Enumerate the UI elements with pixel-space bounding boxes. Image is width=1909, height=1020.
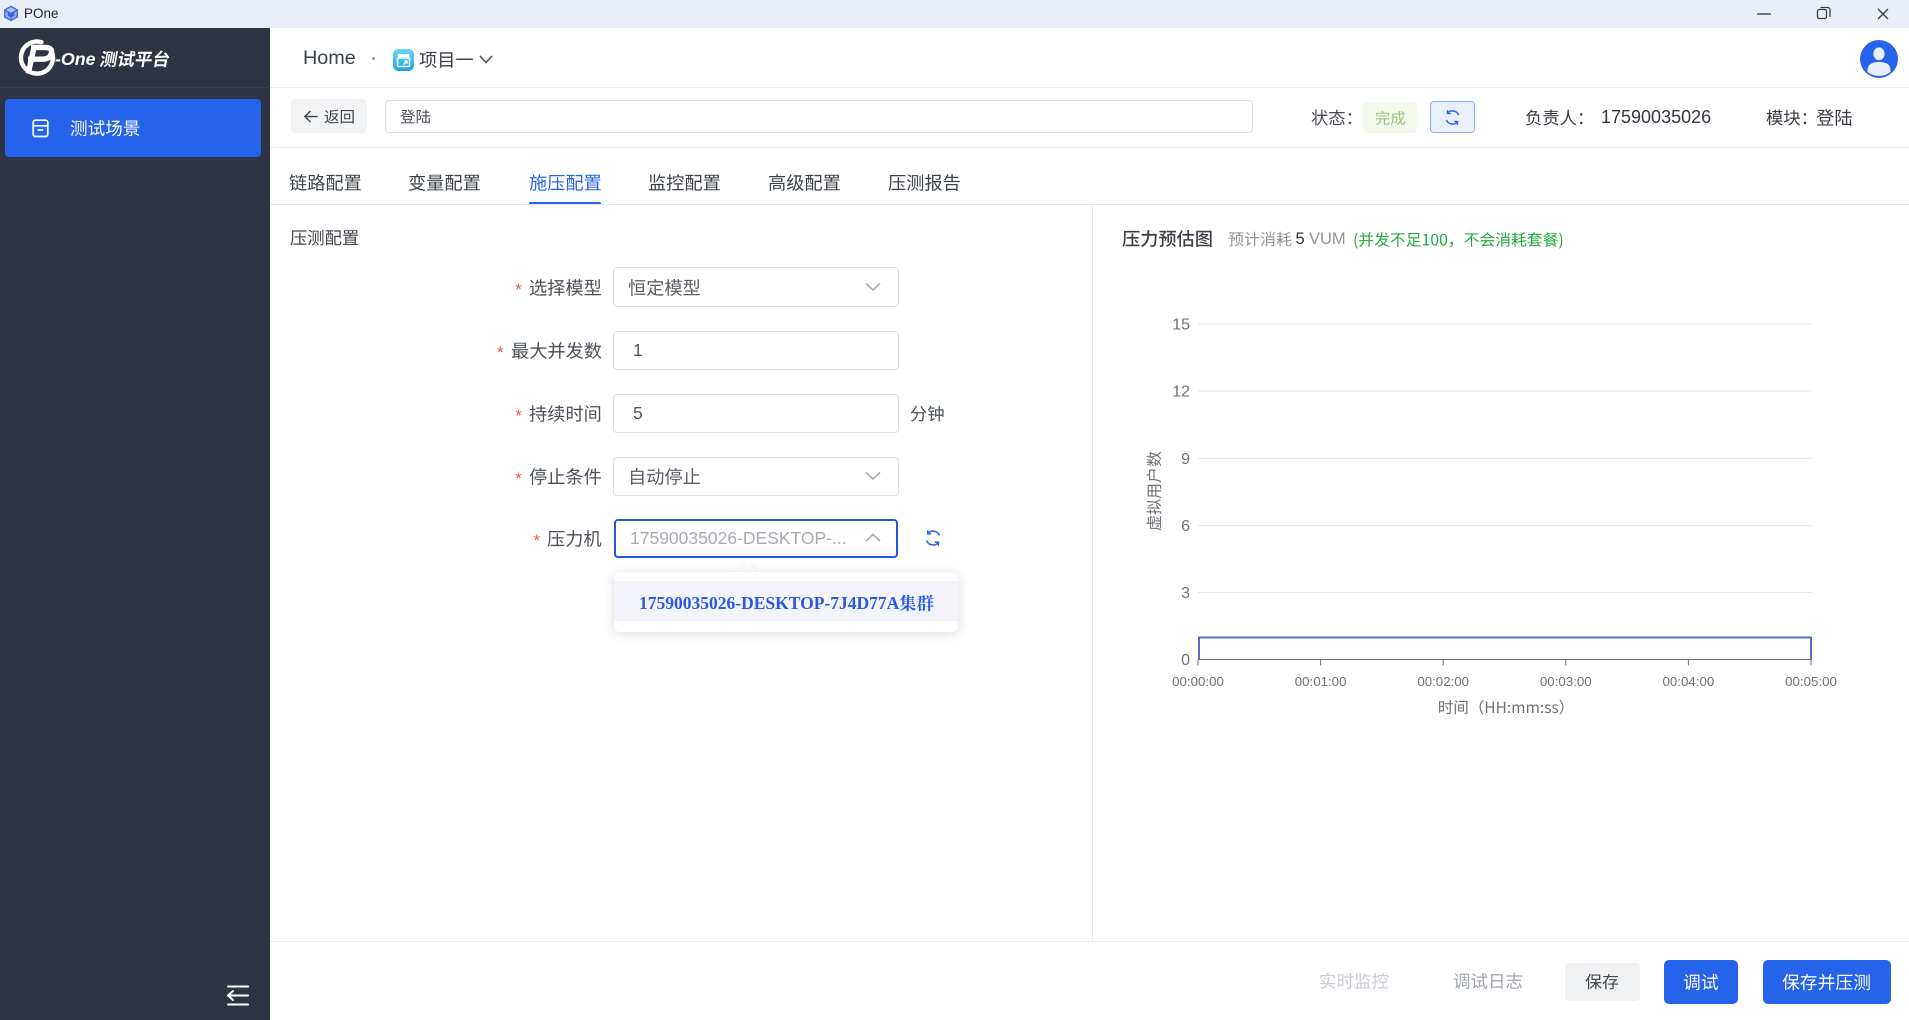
svg-text:6: 6 <box>1181 518 1190 535</box>
svg-text:3: 3 <box>1181 585 1190 602</box>
svg-text:00:02:00: 00:02:00 <box>1417 674 1469 689</box>
svg-text:00:03:00: 00:03:00 <box>1540 674 1592 689</box>
svg-text:00:04:00: 00:04:00 <box>1663 674 1715 689</box>
svg-text:12: 12 <box>1172 384 1190 401</box>
svg-text:00:00:00: 00:00:00 <box>1172 674 1224 689</box>
svg-text:15: 15 <box>1172 317 1190 334</box>
svg-text:00:05:00: 00:05:00 <box>1785 674 1837 689</box>
svg-text:00:01:00: 00:01:00 <box>1295 674 1347 689</box>
svg-text:0: 0 <box>1181 652 1190 669</box>
svg-text:9: 9 <box>1181 451 1190 468</box>
